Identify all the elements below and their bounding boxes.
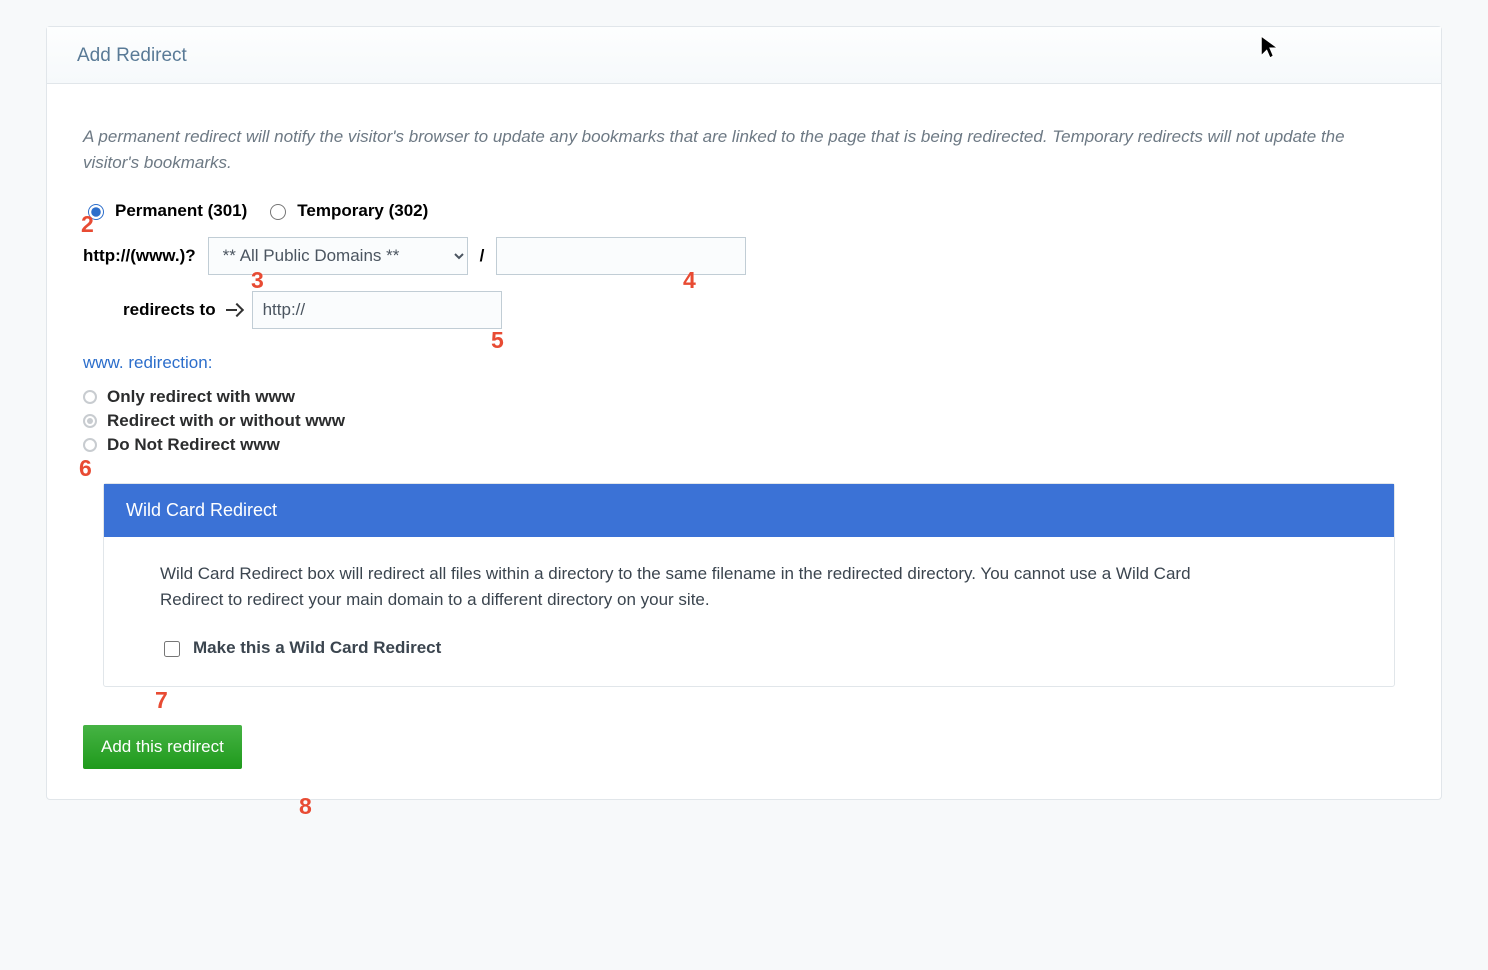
wildcard-description: Wild Card Redirect box will redirect all… (160, 561, 1210, 614)
intro-text: A permanent redirect will notify the vis… (83, 124, 1405, 177)
radio-www-only-label: Only redirect with www (107, 387, 295, 407)
destination-url-input[interactable] (252, 291, 502, 329)
radio-permanent[interactable] (88, 204, 104, 220)
wildcard-panel: Wild Card Redirect Wild Card Redirect bo… (103, 483, 1395, 687)
arrow-right-icon (226, 302, 242, 318)
domain-select[interactable]: ** All Public Domains ** (208, 237, 468, 275)
add-redirect-card: Add Redirect A permanent redirect will n… (46, 26, 1442, 800)
redirects-to-label: redirects to (123, 300, 216, 320)
radio-www-either[interactable] (83, 414, 97, 428)
radio-temporary[interactable] (270, 204, 286, 220)
source-path-input[interactable] (496, 237, 746, 275)
destination-row: redirects to (123, 291, 1405, 329)
radio-www-none[interactable] (83, 438, 97, 452)
www-redirection-heading: www. redirection: (83, 353, 1405, 373)
wildcard-checkbox[interactable] (164, 641, 180, 657)
radio-www-either-label: Redirect with or without www (107, 411, 345, 431)
wildcard-checkbox-label: Make this a Wild Card Redirect (193, 635, 441, 661)
radio-temporary-label: Temporary (302) (297, 201, 428, 221)
wildcard-panel-title: Wild Card Redirect (104, 484, 1394, 537)
card-body: A permanent redirect will notify the vis… (47, 84, 1441, 799)
radio-www-only[interactable] (83, 390, 97, 404)
www-options: Only redirect with www Redirect with or … (83, 387, 1405, 455)
source-url-row: http://(www.)? ** All Public Domains ** … (83, 237, 1405, 275)
wildcard-panel-body: Wild Card Redirect box will redirect all… (104, 537, 1394, 686)
card-title: Add Redirect (47, 27, 1441, 84)
radio-www-none-label: Do Not Redirect www (107, 435, 280, 455)
add-redirect-button[interactable]: Add this redirect (83, 725, 242, 769)
source-slash: / (480, 246, 485, 266)
radio-permanent-label: Permanent (301) (115, 201, 247, 221)
source-prefix-label: http://(www.)? (83, 246, 196, 266)
redirect-type-row: Permanent (301) Temporary (302) (83, 201, 1405, 221)
